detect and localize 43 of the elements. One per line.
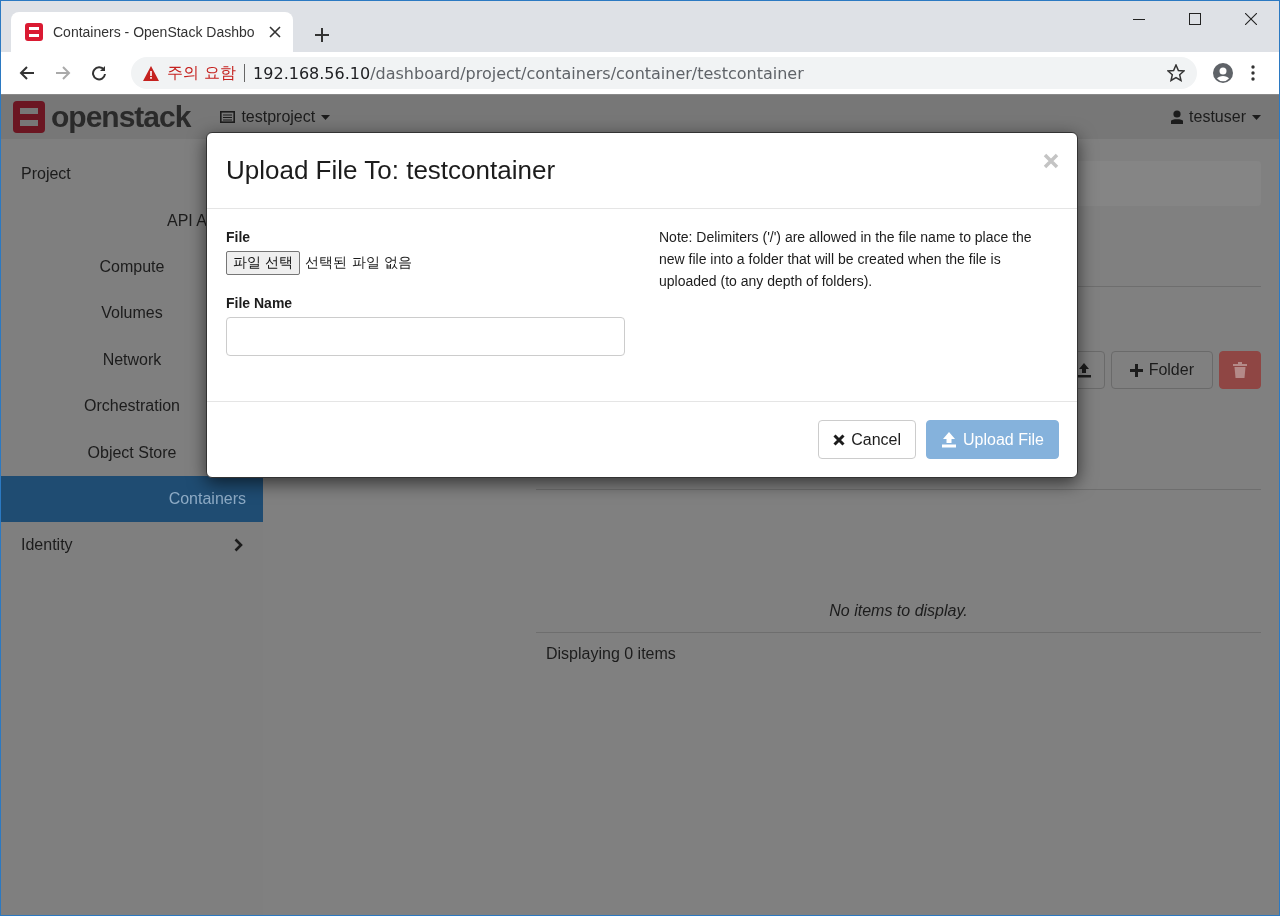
user-icon [1171, 110, 1184, 124]
item-count: Displaying 0 items [545, 644, 677, 664]
menu-icon[interactable] [1251, 65, 1255, 81]
new-folder-button[interactable]: Folder [1110, 351, 1213, 389]
chevron-right-icon [234, 538, 243, 553]
reload-icon[interactable] [91, 65, 107, 81]
user-dropdown[interactable]: testuser [1171, 108, 1261, 126]
close-icon[interactable] [1245, 13, 1257, 25]
field-label: File [226, 229, 252, 245]
bookmark-star-icon[interactable] [1167, 64, 1185, 82]
cancel-button[interactable]: Cancel [818, 420, 917, 459]
tab-title: Containers - OpenStack Dashbo [53, 24, 256, 40]
plus-icon [1129, 363, 1143, 377]
security-warning: 주의 요함 [167, 62, 237, 84]
file-name-field[interactable] [226, 317, 625, 356]
trash-icon [1233, 362, 1247, 378]
list-icon [220, 111, 236, 123]
project-dropdown[interactable]: testproject [220, 108, 331, 126]
dialog-title: Upload File To: testcontainer [226, 155, 556, 186]
file-status-text: 선택된 파일 없음 [305, 254, 413, 272]
stack-logo-icon [25, 23, 43, 41]
address-bar[interactable]: 주의 요함 192.168.56.10/dashboard/project/containers/container/testcontainer [131, 57, 1197, 89]
sidebar-item[interactable]: Containers [1, 475, 263, 523]
url-text: 192.168.56.10/dashboard/project/containers/container/testcontainer [253, 63, 804, 83]
caret-icon [1252, 114, 1261, 120]
upload-icon [941, 431, 958, 448]
empty-table-message: No items to display. [536, 590, 1261, 633]
close-icon [833, 433, 846, 446]
choose-file-button[interactable]: 파일 선택 [226, 251, 301, 275]
maximize-icon[interactable] [1189, 13, 1201, 25]
warning-icon [143, 65, 159, 81]
profile-icon[interactable] [1213, 63, 1233, 83]
browser-tab[interactable]: Containers - OpenStack Dashbo [11, 12, 293, 52]
caret-icon [321, 114, 331, 120]
field-label: File Name [226, 295, 294, 311]
sidebar-item[interactable]: Identity [1, 522, 263, 569]
upload-icon [1075, 362, 1092, 378]
logo-text: openstack [51, 102, 191, 132]
plus-icon [315, 28, 329, 42]
close-icon[interactable] [269, 26, 281, 38]
back-arrow-icon[interactable] [19, 65, 35, 81]
new-tab-button[interactable] [315, 28, 329, 42]
note-text: Note: Delimiters ('/') are allowed in the file name to place the new file into a folder that will be created when the file is uploaded (to any depth of folders). [659, 228, 1033, 291]
